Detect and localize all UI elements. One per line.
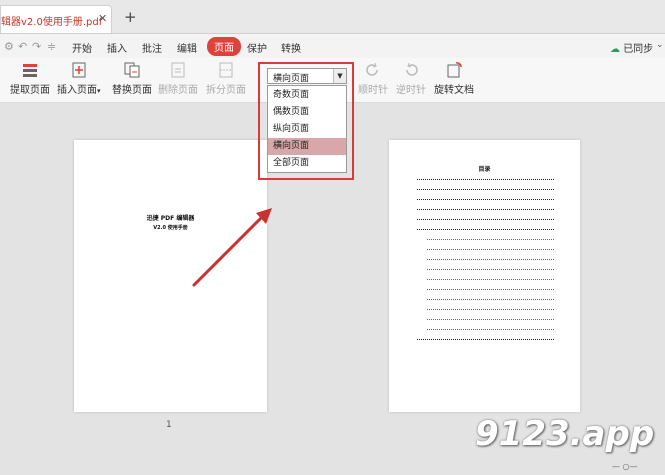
menu-tab-2[interactable]: 批注	[142, 40, 162, 55]
toc-entry	[427, 244, 554, 250]
toc-entry	[427, 264, 554, 270]
settings-icon[interactable]: ⚙	[4, 40, 14, 53]
toc-entry	[427, 304, 554, 310]
toc-entry	[417, 194, 554, 200]
close-tab-icon[interactable]: ✕	[98, 12, 107, 25]
split-page-button[interactable]: 拆分页面	[206, 62, 246, 96]
menu-tab-0[interactable]: 开始	[72, 40, 92, 55]
extract-page-button[interactable]: 提取页面	[10, 62, 50, 96]
insert-page-button[interactable]: 插入页面▾	[57, 62, 101, 96]
zoom-slider[interactable]: — ○—	[612, 462, 665, 475]
rotate-counterclockwise-label: 逆时针	[396, 85, 426, 96]
menu-tab-6[interactable]: 转换	[281, 40, 301, 55]
delete-page-label: 删除页面	[158, 85, 198, 96]
rotate-document-label: 旋转文档	[434, 85, 474, 96]
toc-entry	[417, 224, 554, 230]
extract-page-icon	[23, 64, 37, 77]
delete-page-icon	[171, 62, 185, 78]
watermark: 9123.app	[475, 414, 655, 454]
replace-page-icon	[124, 62, 140, 78]
toc-entry	[417, 204, 554, 210]
toc-entry	[417, 184, 554, 190]
new-tab-button[interactable]: +	[124, 10, 137, 25]
replace-page-label: 替换页面	[112, 85, 152, 96]
redo-icon[interactable]: ↷	[32, 40, 41, 53]
menu-tab-4[interactable]: 页面	[207, 37, 241, 56]
rotate-clockwise-icon	[366, 62, 378, 76]
page-number: 1	[166, 420, 172, 430]
annotation-arrow	[192, 208, 272, 287]
toc-entry	[427, 274, 554, 280]
toc-entry	[427, 234, 554, 240]
document-tab[interactable]: 辑器v2.0使用手册.pdf ✕	[0, 5, 112, 33]
sync-status[interactable]: ☁ 已同步	[610, 40, 653, 55]
quick-access-dropdown-icon[interactable]: ≑	[47, 40, 56, 53]
toc-entry	[427, 324, 554, 330]
menu-bar: ⚙ ↶ ↷ ≑ 开始 插入 批注 编辑 页面 保护 转换 ☁ 已同步 ⌄	[0, 34, 665, 58]
rotate-counterclockwise-icon	[406, 62, 418, 76]
toc-entry	[427, 254, 554, 260]
split-page-icon	[219, 62, 233, 78]
menu-tab-5[interactable]: 保护	[247, 40, 267, 55]
rotate-counterclockwise-button[interactable]: 逆时针	[396, 62, 426, 96]
page-thumbnail-2[interactable]: 目录	[389, 140, 580, 412]
extract-page-label: 提取页面	[10, 85, 50, 96]
expand-icon[interactable]: ⌄	[656, 40, 664, 50]
delete-page-button[interactable]: 删除页面	[158, 62, 198, 96]
replace-page-button[interactable]: 替换页面	[112, 62, 152, 96]
toc-title: 目录	[478, 166, 491, 173]
toc-entry	[417, 174, 554, 180]
rotate-clockwise-label: 顺时针	[358, 85, 388, 96]
toc-entry	[427, 294, 554, 300]
toc-entry	[427, 284, 554, 290]
tab-title: 辑器v2.0使用手册.pdf	[1, 17, 103, 28]
cloud-sync-icon: ☁	[610, 44, 620, 55]
toc-entry	[417, 214, 554, 220]
toc-entry	[417, 334, 554, 340]
rotate-document-button[interactable]: 旋转文档	[434, 62, 474, 96]
tab-bar: 辑器v2.0使用手册.pdf ✕ +	[0, 0, 665, 34]
rotate-clockwise-button[interactable]: 顺时针	[358, 62, 388, 96]
menu-tab-3[interactable]: 编辑	[177, 40, 197, 55]
sync-label: 已同步	[623, 44, 654, 55]
toc-entry	[427, 314, 554, 320]
undo-icon[interactable]: ↶	[18, 40, 27, 53]
highlight-box	[258, 62, 354, 180]
insert-page-icon	[72, 62, 86, 78]
split-page-label: 拆分页面	[206, 85, 246, 96]
insert-page-label: 插入页面	[57, 85, 97, 96]
rotate-document-icon	[447, 62, 462, 78]
caret-down-icon: ▾	[97, 87, 101, 95]
menu-tab-1[interactable]: 插入	[107, 40, 127, 55]
